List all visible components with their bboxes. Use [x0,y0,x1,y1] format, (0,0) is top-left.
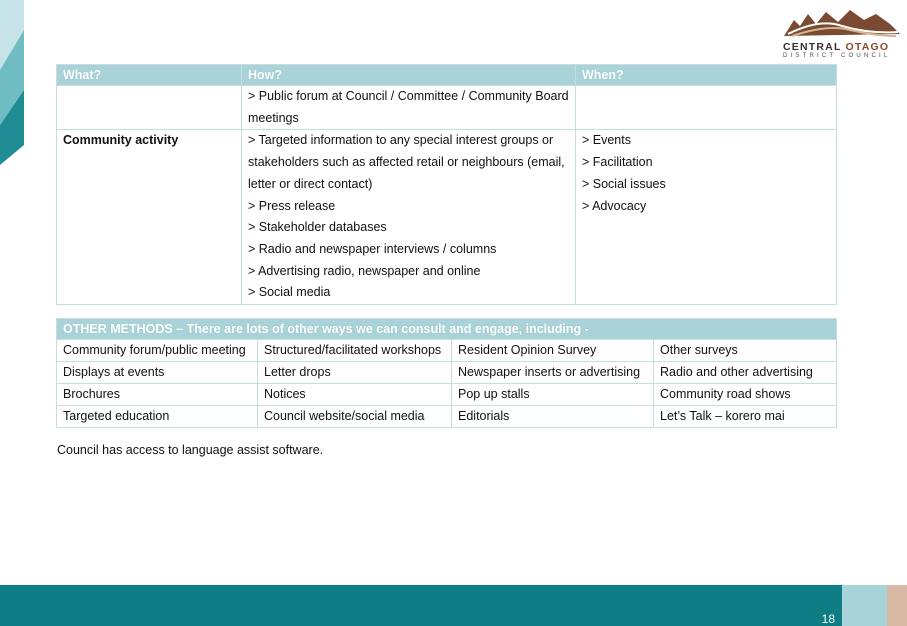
how-item: > Targeted information to any special in… [248,133,565,191]
table-row: Displays at events Letter drops Newspape… [56,361,838,384]
page-footer: 18 [0,585,907,626]
logo-wordmark: CENTRAL OTAGO [783,41,907,53]
footer-accent-light [842,585,887,626]
when-item: > Events [582,133,631,148]
footer-accent-tan [887,585,907,626]
table-row: Brochures Notices Pop up stalls Communit… [56,383,838,406]
table-row: Community activity > Targeted informatio… [56,129,837,306]
when-item: > Social issues [582,176,666,191]
when-item: > Advocacy [582,198,647,213]
method-cell: Structured/facilitated workshops [257,339,452,362]
engagement-table: What? How? When? > Public forum at Counc… [56,64,837,306]
table-header-row: What? How? When? [56,64,837,86]
other-methods-header: OTHER METHODS – There are lots of other … [55,318,838,340]
how-item: > Public forum at Council / Committee / … [248,89,569,125]
how-item: > Radio and newspaper interviews / colum… [248,241,497,256]
logo-word-otago: OTAGO [845,41,890,53]
table-row: Targeted education Council website/socia… [56,405,838,428]
table-header-row: OTHER METHODS – There are lots of other … [55,318,838,340]
method-cell: Let’s Talk – korero mai [652,405,838,428]
how-item: > Press release [248,198,336,213]
method-cell: Notices [257,383,452,406]
header-what: What? [56,64,242,86]
method-cell: Community forum/public meeting [56,339,258,362]
how-item: > Advertising radio, newspaper and onlin… [248,263,481,278]
method-cell: Resident Opinion Survey [451,339,654,362]
what-cell [56,84,242,131]
other-methods-table: OTHER METHODS – There are lots of other … [55,318,838,428]
header-how: How? [241,64,576,86]
method-cell: Newspaper inserts or advertising [451,361,654,384]
method-cell: Displays at events [56,361,258,384]
method-cell: Editorials [451,405,654,428]
table-row: > Public forum at Council / Committee / … [56,84,837,131]
how-cell: > Public forum at Council / Committee / … [241,84,576,131]
language-assist-note: Council has access to language assist so… [57,443,324,457]
method-cell: Letter drops [257,361,452,384]
header-when: When? [575,64,837,86]
what-cell: Community activity [56,129,242,306]
when-cell [575,84,837,131]
method-cell: Pop up stalls [451,383,654,406]
corner-decoration [0,0,24,165]
method-cell: Radio and other advertising [652,361,838,384]
method-cell: Targeted education [56,405,258,428]
when-item: > Facilitation [582,155,653,170]
method-cell: Council website/social media [257,405,452,428]
logo-word-central: CENTRAL [783,41,842,53]
method-cell: Other surveys [652,339,838,362]
method-cell: Community road shows [652,383,838,406]
table-row: Community forum/public meeting Structure… [56,339,838,362]
how-cell: > Targeted information to any special in… [241,129,576,306]
page-number: 18 [821,612,835,626]
logo-subtitle: DISTRICT COUNCIL [783,53,891,59]
how-item: > Stakeholder databases [248,220,387,235]
when-cell: > Events > Facilitation > Social issues … [575,129,837,306]
method-cell: Brochures [56,383,258,406]
how-item: > Social media [248,285,331,300]
footer-bar [0,585,842,626]
